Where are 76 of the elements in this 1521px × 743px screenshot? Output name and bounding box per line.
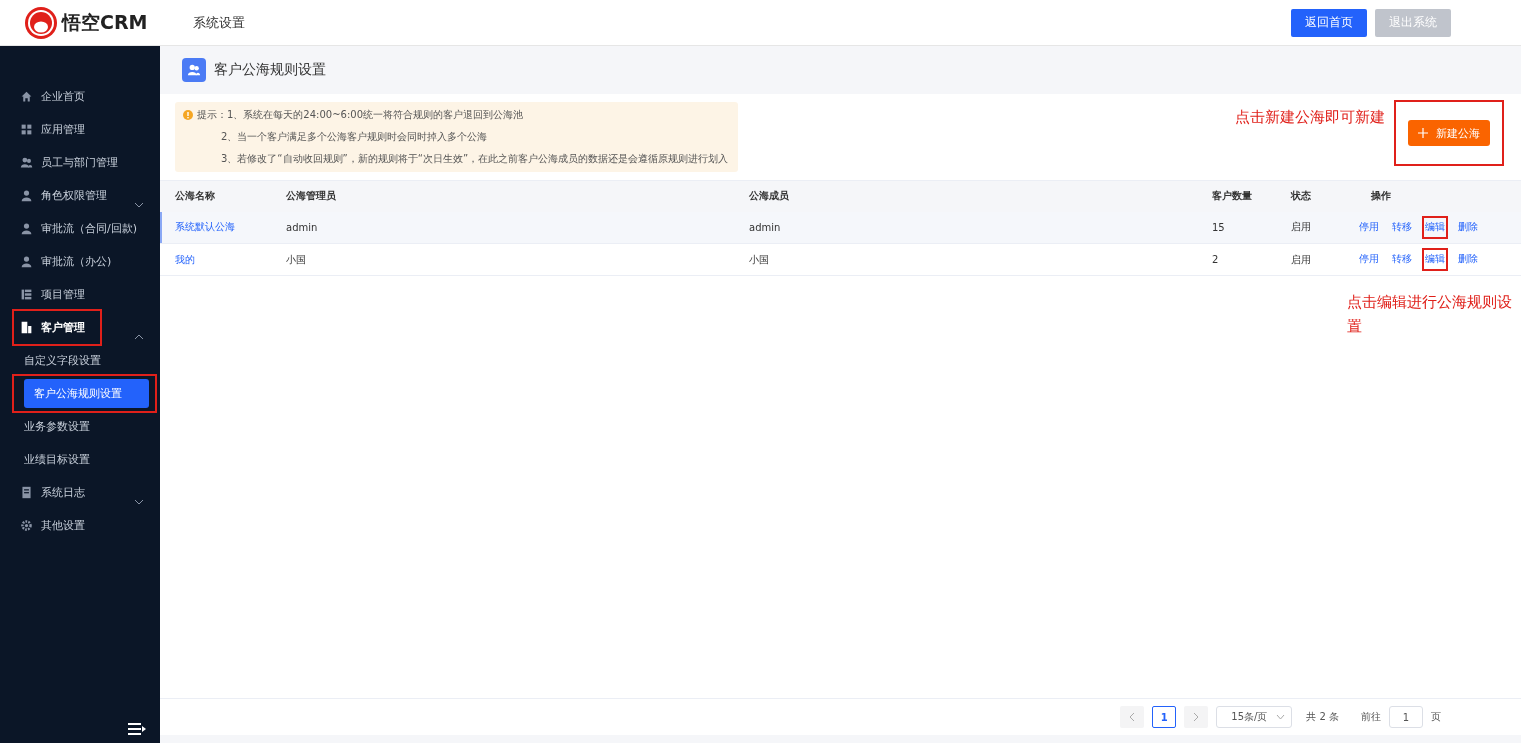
table-cell: admin [734,211,1197,244]
home-icon [20,90,33,103]
table-cell: 小国 [734,243,1197,276]
monkey-logo-icon [24,5,58,40]
action-link[interactable]: 编辑 [1422,248,1448,271]
sidebar-item[interactable]: 企业首页 [14,80,146,113]
sidebar-item[interactable]: 角色权限管理 [14,179,146,212]
sidebar-item[interactable]: 审批流（办公) [14,245,146,278]
tip-text: 提示：1、系统在每天的24:00~6:00统一将符合规则的客户退回到公海池 [197,108,523,122]
table-cell: 启用 [1276,211,1356,244]
chevron-icon [134,334,144,340]
chevron-icon [134,202,144,208]
chevron-left-icon [1129,712,1136,722]
table-cell: 启用 [1276,243,1356,276]
table-cell: 15 [1197,211,1276,244]
warning-icon [183,110,193,120]
tip-text: 3、若修改了“自动收回规则”，新的规则将于“次日生效”，在此之前客户公海成员的数据还是会遵循原规则进行划入 [221,153,729,164]
building-icon [20,321,33,334]
person-icon [20,189,33,202]
table-cell: admin [271,211,734,244]
sidebar-item[interactable]: 系统日志 [14,476,146,509]
column-header: 状态 [1276,180,1356,212]
person-icon [20,255,33,268]
action-link[interactable]: 删除 [1455,215,1481,239]
plus-icon [1418,128,1428,138]
action-link[interactable]: 删除 [1455,248,1481,271]
action-link[interactable]: 停用 [1356,215,1382,239]
page-button[interactable]: 1 [1152,706,1177,728]
sidebar-subitem[interactable]: 业绩目标设置 [14,443,146,476]
chevron-right-icon [1193,712,1200,722]
chevron-down-icon [1276,714,1286,720]
annotation-text: 点击新建公海即可新建 [1235,108,1385,127]
action-link[interactable]: 编辑 [1422,215,1448,239]
total-count: 共 2 条 [1306,710,1339,724]
section-title: 系统设置 [193,13,246,32]
logo-text: 悟空CRM [62,9,148,35]
goto-label: 前往 [1361,710,1381,724]
column-header: 公海名称 [160,180,271,212]
sidebar-subitem[interactable]: 业务参数设置 [14,410,146,443]
sidebar-subitem[interactable]: 自定义字段设置 [14,344,146,377]
table-cell: 小国 [271,243,734,276]
sidebar-subitem[interactable]: 客户公海规则设置 [24,379,149,408]
people-icon [20,156,33,169]
pool-name-link[interactable]: 我的 [175,253,195,265]
previous-page-button[interactable] [1120,706,1145,728]
sidebar-item[interactable]: 其他设置 [14,509,146,542]
column-header: 公海管理员 [271,180,734,212]
column-header: 客户数量 [1197,180,1276,212]
tip-text: 2、当一个客户满足多个公海客户规则时会同时掉入多个公海 [221,131,488,142]
column-header: 操作 [1356,180,1521,212]
page-size-select[interactable]: 15条/页 [1216,706,1293,728]
list-icon [20,288,33,301]
next-page-button[interactable] [1184,706,1209,728]
sidebar-item[interactable]: 审批流（合同/回款) [14,212,146,245]
settings-icon [20,519,33,532]
sidebar-item[interactable]: 应用管理 [14,113,146,146]
sidebar-item[interactable]: 客户管理 [14,311,100,344]
action-link[interactable]: 转移 [1389,215,1415,239]
pool-name-link[interactable]: 系统默认公海 [175,221,235,233]
column-header: 公海成员 [734,180,1197,212]
action-link[interactable]: 转移 [1389,248,1415,271]
table-cell: 2 [1197,243,1276,276]
page-title: 客户公海规则设置 [214,61,326,79]
home-button[interactable]: 返回首页 [1291,8,1367,37]
sidebar-item[interactable]: 项目管理 [14,278,146,311]
chevron-icon [134,499,144,505]
grid-icon [20,123,33,136]
sidebar-item[interactable]: 员工与部门管理 [14,146,146,179]
document-icon [20,486,33,499]
goto-page-field[interactable]: 1 [1389,706,1423,728]
annotation-text: 点击编辑进行公海规则设置 [1347,292,1513,337]
person-icon [20,222,33,235]
people-icon [182,58,206,82]
action-link[interactable]: 停用 [1356,248,1382,271]
page-unit: 页 [1431,710,1441,724]
collapse-menu-icon[interactable] [128,723,146,735]
